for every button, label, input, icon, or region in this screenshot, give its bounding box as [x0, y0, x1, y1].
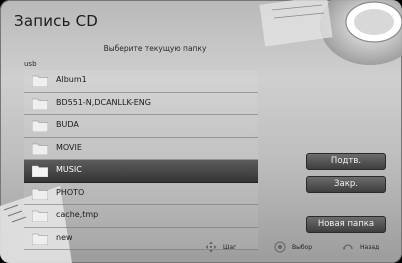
- return-icon: [342, 244, 353, 250]
- ok-icon: [274, 241, 286, 253]
- folder-label: BUDA: [56, 120, 79, 129]
- folder-icon: [32, 98, 48, 110]
- hint-move-label: Шаг: [223, 243, 237, 251]
- folder-list: Album1 BD551-N,DCANLLK-ENG BUDA MOVIE MU…: [24, 70, 258, 250]
- folder-label: MUSIC: [56, 165, 82, 174]
- folder-row-album1[interactable]: Album1: [24, 70, 258, 93]
- hint-back-label: Назад: [360, 243, 380, 251]
- page-title: Запись CD: [14, 12, 99, 30]
- hint-select: Выбор: [274, 240, 312, 254]
- folder-label: cache,tmp: [56, 210, 99, 219]
- folder-row-cache[interactable]: cache,tmp: [24, 205, 258, 228]
- folder-icon: [32, 143, 48, 155]
- folder-label: BD551-N,DCANLLK-ENG: [56, 97, 151, 107]
- cd-record-screen: Запись CD Выберите текущую папку usb Alb…: [0, 0, 402, 263]
- folder-icon: [32, 188, 48, 200]
- confirm-button[interactable]: Подтв.: [306, 153, 386, 170]
- folder-label: MOVIE: [56, 142, 82, 152]
- hint-back: Назад: [342, 240, 379, 254]
- folder-label: PHOTO: [56, 187, 85, 197]
- folder-row-bd551[interactable]: BD551-N,DCANLLK-ENG: [24, 92, 258, 115]
- folder-row-movie[interactable]: MOVIE: [24, 137, 258, 160]
- folder-icon: [32, 210, 48, 222]
- folder-icon: [32, 75, 48, 87]
- new-folder-button[interactable]: Новая папка: [306, 216, 386, 233]
- hint-select-label: Выбор: [292, 243, 313, 251]
- folder-label: Album1: [56, 75, 87, 84]
- instruction-text: Выберите текущую папку: [103, 44, 207, 53]
- folder-icon: [32, 120, 48, 132]
- dpad-icon: [205, 241, 217, 253]
- hint-move: Шаг: [205, 240, 236, 254]
- close-button[interactable]: Закр.: [306, 176, 386, 193]
- current-path: usb: [24, 60, 37, 68]
- folder-row-music[interactable]: MUSIC: [24, 160, 258, 183]
- folder-row-photo[interactable]: PHOTO: [24, 182, 258, 205]
- folder-icon: [32, 233, 48, 245]
- folder-icon: [32, 165, 48, 177]
- folder-label: new: [56, 232, 73, 242]
- folder-row-buda[interactable]: BUDA: [24, 115, 258, 138]
